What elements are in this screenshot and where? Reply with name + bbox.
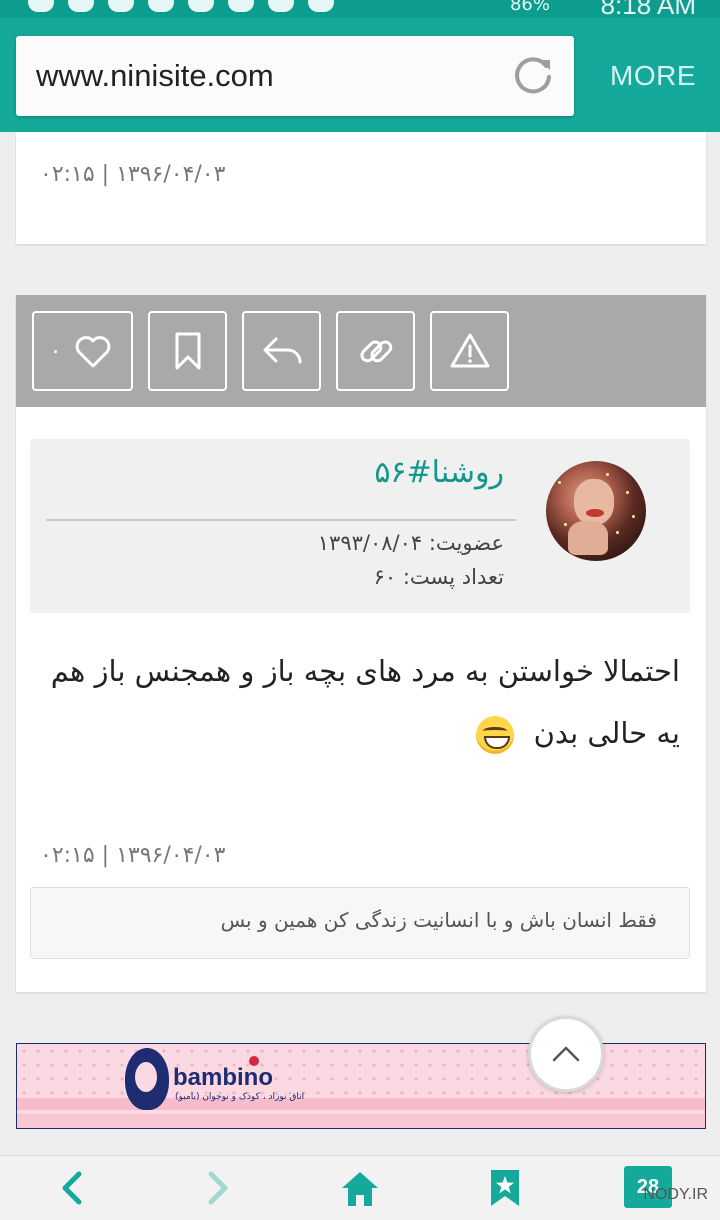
reply-button[interactable] xyxy=(242,311,321,391)
post-body-text: احتمالا خواستن به مرد های بچه باز و همجن… xyxy=(50,654,680,750)
ad-brand: bambino xyxy=(173,1064,273,1091)
more-button[interactable]: MORE xyxy=(610,60,696,92)
chevron-left-icon xyxy=(62,1171,82,1205)
post-timestamp: ۰۲:۱۵ | ۱۳۹۶/۰۴/۰۳ xyxy=(40,162,226,187)
ad-tagline: اتاق نوزاد ، کودک و نوجوان (بامبو) xyxy=(175,1092,305,1102)
post-actions-bar: ۰ xyxy=(16,295,706,407)
divider xyxy=(46,519,516,521)
chevron-up-icon xyxy=(552,1046,580,1062)
warning-icon xyxy=(450,333,489,368)
bookmark-icon xyxy=(175,332,200,370)
watermark: NODY.IR xyxy=(643,1186,708,1203)
post-card: ۰ روشنا#۵۶ عضویت: ۱۳۹۳/۰۸/۰۴ تعداد پست: … xyxy=(16,295,706,992)
post-card: ۰۲:۱۵ | ۱۳۹۶/۰۴/۰۳ xyxy=(16,132,706,244)
browser-toolbar: www.ninisite.com MORE xyxy=(0,18,720,132)
reload-icon[interactable] xyxy=(510,52,556,98)
grinning-emoji-icon xyxy=(476,716,515,754)
post-body: احتمالا خواستن به مرد های بچه باز و همجن… xyxy=(40,640,680,764)
posts-label: تعداد پست: xyxy=(402,565,504,589)
bookmark-button[interactable] xyxy=(148,311,227,391)
back-button[interactable] xyxy=(48,1168,98,1212)
like-button[interactable]: ۰ xyxy=(32,311,133,391)
avatar[interactable] xyxy=(546,461,646,561)
status-icons xyxy=(28,0,334,12)
signature-text: فقط انسان باش و با انسانیت زندگی کن همین… xyxy=(220,908,657,932)
link-icon xyxy=(359,340,392,363)
bookmarks-button[interactable] xyxy=(480,1168,530,1212)
post-timestamp: ۰۲:۱۵ | ۱۳۹۶/۰۴/۰۳ xyxy=(40,843,226,868)
join-label: عضویت: xyxy=(428,531,504,555)
join-date: ۱۳۹۳/۰۸/۰۴ xyxy=(317,531,423,555)
bookmark-star-icon xyxy=(491,1170,519,1206)
author-post-count: تعداد پست: ۶۰ xyxy=(374,565,504,589)
home-button[interactable] xyxy=(335,1168,385,1212)
signature-box: فقط انسان باش و با انسانیت زندگی کن همین… xyxy=(30,887,690,959)
bottom-nav: 28 NODY.IR xyxy=(0,1155,720,1220)
status-bar: 86% 8:18 AM xyxy=(0,0,720,18)
author-name[interactable]: روشنا#۵۶ xyxy=(374,455,504,490)
reply-icon xyxy=(263,337,301,364)
chevron-right-icon xyxy=(208,1171,228,1205)
scroll-top-button[interactable] xyxy=(528,1016,604,1092)
heart-dot-icon xyxy=(249,1056,259,1066)
forward-button[interactable] xyxy=(192,1168,242,1212)
author-join-date: عضویت: ۱۳۹۳/۰۸/۰۴ xyxy=(318,531,504,555)
url-text[interactable]: www.ninisite.com xyxy=(36,58,274,94)
like-count: ۰ xyxy=(49,338,62,364)
heart-icon xyxy=(76,336,111,368)
report-button[interactable] xyxy=(430,311,509,391)
status-clock: 8:18 AM xyxy=(600,0,696,18)
bambino-logo-icon xyxy=(125,1048,169,1110)
address-bar[interactable]: www.ninisite.com xyxy=(16,36,574,116)
home-icon xyxy=(342,1172,378,1206)
posts-count: ۶۰ xyxy=(373,565,397,589)
battery-level: 86% xyxy=(509,0,550,15)
author-box: روشنا#۵۶ عضویت: ۱۳۹۳/۰۸/۰۴ تعداد پست: ۶۰ xyxy=(30,439,690,613)
link-button[interactable] xyxy=(336,311,415,391)
